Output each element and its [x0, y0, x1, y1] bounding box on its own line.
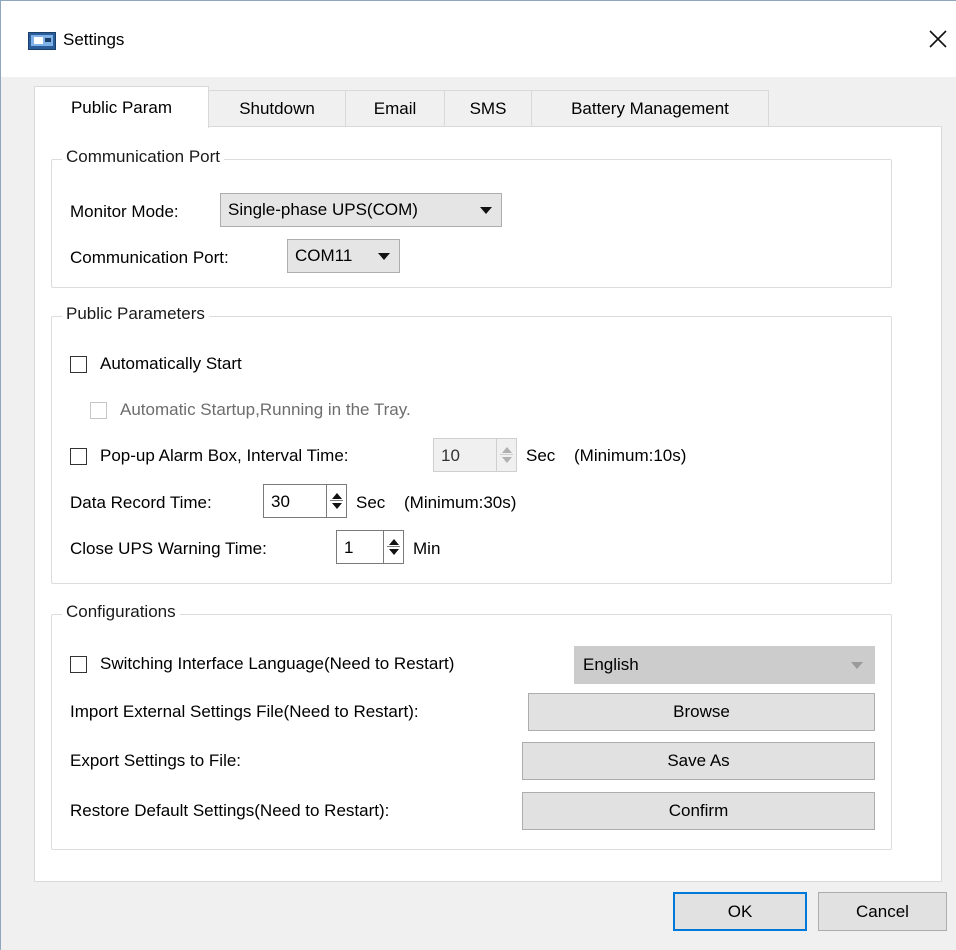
tab-label: Battery Management [571, 99, 729, 118]
select-value: Single-phase UPS(COM) [228, 200, 418, 219]
language-select[interactable]: English [574, 646, 875, 684]
ok-button[interactable]: OK [673, 892, 807, 931]
language-label: Switching Interface Language(Need to Res… [100, 654, 455, 673]
data-record-label: Data Record Time: [70, 493, 212, 512]
arrow-up-icon [502, 447, 512, 453]
tab-label: Email [373, 99, 417, 118]
tab-email[interactable]: Email [345, 90, 445, 127]
spinner-value: 30 [271, 492, 290, 511]
close-button[interactable] [919, 19, 956, 59]
restore-defaults-label: Restore Default Settings(Need to Restart… [70, 801, 390, 820]
chevron-down-icon [378, 253, 390, 260]
data-record-minimum-label: (Minimum:30s) [404, 493, 517, 512]
spinner-arrows[interactable] [383, 531, 403, 563]
tray-startup-checkbox[interactable] [90, 402, 107, 419]
tab-public-param[interactable]: Public Param [34, 86, 209, 128]
communication-port-label: Communication Port: [70, 248, 229, 267]
spinner-value: 10 [441, 446, 460, 465]
export-settings-label: Export Settings to File: [70, 751, 242, 770]
close-warning-label: Close UPS Warning Time: [70, 539, 267, 558]
popup-minimum-label: (Minimum:10s) [574, 446, 687, 465]
window-title: Settings [63, 30, 125, 49]
data-record-spinner[interactable]: 30 [263, 484, 347, 518]
tab-panel-public-param: Communication Port Monitor Mode: Single-… [34, 126, 942, 882]
tab-sms[interactable]: SMS [444, 90, 532, 127]
chevron-down-icon [480, 207, 492, 214]
popup-interval-spinner[interactable]: 10 [433, 438, 517, 472]
spinner-arrows[interactable] [326, 485, 346, 517]
tab-battery-management[interactable]: Battery Management [531, 90, 769, 127]
arrow-up-icon [389, 539, 399, 545]
button-label: Confirm [668, 801, 729, 820]
group-legend: Configurations [62, 602, 180, 622]
auto-start-label: Automatically Start [100, 354, 242, 373]
close-icon [929, 30, 947, 48]
arrow-down-icon [389, 549, 399, 555]
arrow-down-icon [502, 457, 512, 463]
save-as-button[interactable]: Save As [522, 742, 875, 780]
language-checkbox[interactable] [70, 656, 87, 673]
button-label: Cancel [856, 901, 909, 921]
spinner-arrows[interactable] [496, 439, 516, 471]
communication-port-select[interactable]: COM11 [287, 239, 400, 273]
import-settings-label: Import External Settings File(Need to Re… [70, 702, 419, 721]
tab-label: Shutdown [239, 99, 315, 118]
popup-unit-label: Sec [526, 446, 556, 465]
select-value: English [583, 655, 639, 674]
tab-label: SMS [469, 99, 507, 118]
communication-port-group: Communication Port Monitor Mode: Single-… [51, 147, 892, 288]
arrow-down-icon [332, 503, 342, 509]
settings-app-icon [28, 32, 56, 50]
popup-alarm-label: Pop-up Alarm Box, Interval Time: [100, 446, 349, 465]
tray-startup-label: Automatic Startup,Running in the Tray. [120, 400, 411, 419]
cancel-button[interactable]: Cancel [818, 892, 947, 931]
monitor-mode-label: Monitor Mode: [70, 202, 179, 221]
popup-alarm-checkbox[interactable] [70, 448, 87, 465]
confirm-button[interactable]: Confirm [522, 792, 875, 830]
arrow-up-icon [332, 493, 342, 499]
button-label: Browse [673, 702, 730, 721]
select-value: COM11 [295, 246, 353, 265]
tab-shutdown[interactable]: Shutdown [208, 90, 346, 127]
data-record-unit-label: Sec [356, 493, 386, 512]
tab-label: Public Param [70, 97, 173, 117]
browse-button[interactable]: Browse [528, 693, 875, 731]
close-warning-unit-label: Min [413, 539, 441, 558]
button-label: Save As [667, 751, 730, 770]
group-legend: Public Parameters [62, 304, 209, 324]
chevron-down-icon [851, 662, 863, 669]
spinner-value: 1 [344, 538, 354, 557]
auto-start-checkbox[interactable] [70, 356, 87, 373]
configurations-group: Configurations Switching Interface Langu… [51, 602, 892, 850]
group-legend: Communication Port [62, 147, 225, 167]
monitor-mode-select[interactable]: Single-phase UPS(COM) [220, 193, 502, 227]
settings-dialog: Settings Public Param Shutdown Email SMS… [0, 0, 956, 950]
title-bar: Settings [1, 1, 956, 77]
close-warning-spinner[interactable]: 1 [336, 530, 404, 564]
public-parameters-group: Public Parameters Automatically Start Au… [51, 304, 892, 584]
button-label: OK [727, 901, 753, 921]
